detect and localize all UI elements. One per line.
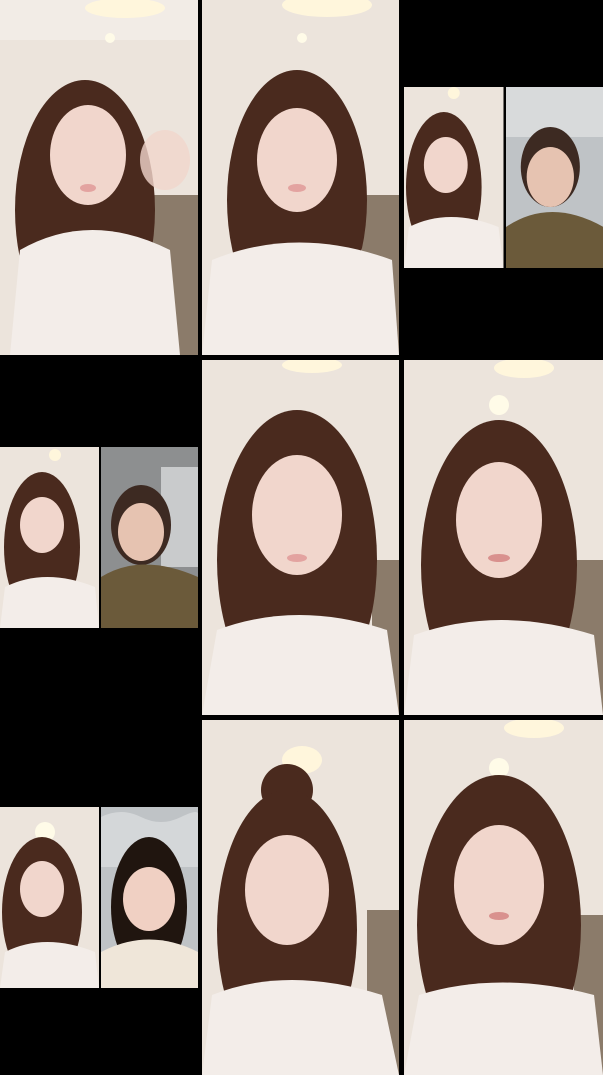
split-call xyxy=(0,447,198,628)
person-video-frame xyxy=(202,360,399,715)
portrait-image xyxy=(404,360,603,715)
video-tile-2 xyxy=(202,0,399,355)
left-participant-video xyxy=(0,447,99,628)
video-tile-8 xyxy=(202,720,399,1075)
portrait-image xyxy=(0,807,99,988)
portrait-image xyxy=(100,807,198,988)
video-tile-7 xyxy=(0,720,198,1075)
portrait-image xyxy=(404,87,504,268)
person-video-frame xyxy=(202,0,399,355)
person-video-frame xyxy=(404,720,603,1075)
right-participant-video xyxy=(100,807,198,988)
portrait-image xyxy=(202,360,399,715)
left-participant-video xyxy=(0,807,99,988)
video-tile-3 xyxy=(404,0,603,355)
portrait-image xyxy=(0,0,198,355)
video-tile-4 xyxy=(0,360,198,715)
portrait-image xyxy=(202,0,399,355)
left-participant-video xyxy=(404,87,504,268)
portrait-image xyxy=(404,720,603,1075)
person-video-frame xyxy=(0,0,198,355)
portrait-image xyxy=(100,447,198,628)
person-video-frame xyxy=(404,360,603,715)
right-participant-video xyxy=(100,447,198,628)
video-tile-9 xyxy=(404,720,603,1075)
portrait-image xyxy=(0,447,99,628)
video-tile-5 xyxy=(202,360,399,715)
split-call xyxy=(404,87,603,268)
video-tile-1 xyxy=(0,0,198,355)
video-tile-6 xyxy=(404,360,603,715)
split-call xyxy=(0,807,198,988)
right-participant-video xyxy=(505,87,603,268)
portrait-image xyxy=(202,720,399,1075)
portrait-image xyxy=(505,87,603,268)
person-video-frame xyxy=(202,720,399,1075)
